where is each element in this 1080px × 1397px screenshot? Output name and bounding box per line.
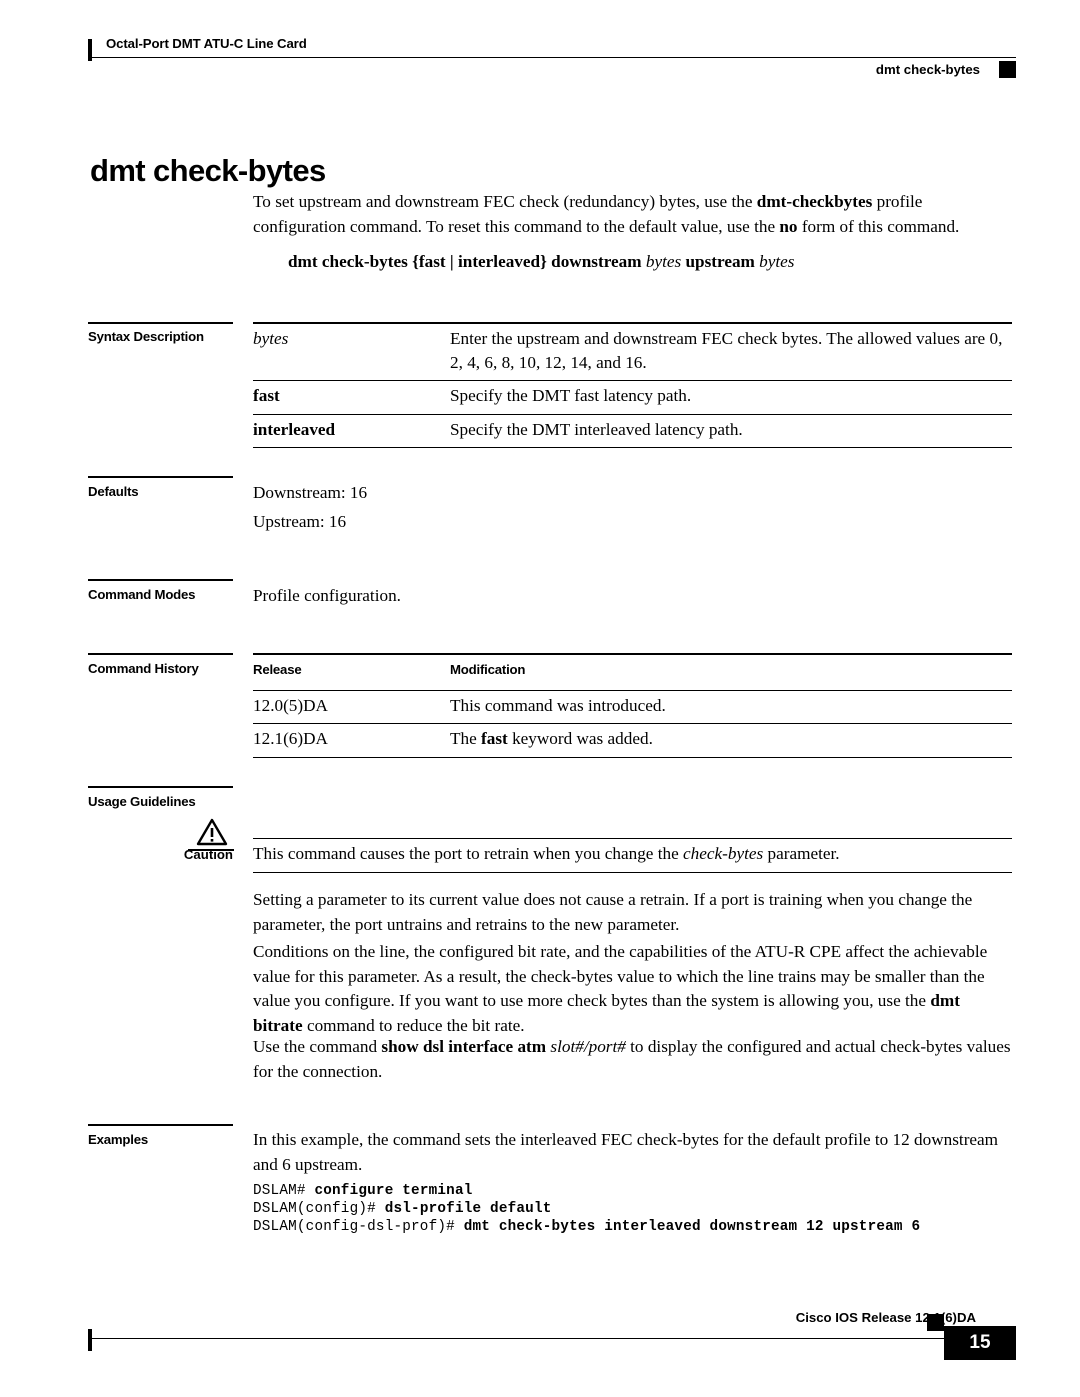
- syntax-term-interleaved: interleaved: [253, 419, 336, 439]
- syntax-bytes-2: bytes: [759, 252, 795, 271]
- command-history-label-rule: [88, 653, 233, 655]
- syntax-term-cell: bytes: [253, 322, 450, 381]
- section-label-command-history: Command History: [88, 661, 199, 676]
- column-header-modification: Modification: [450, 653, 1012, 690]
- usage-guidelines-label-rule: [88, 786, 233, 788]
- intro-text-e: form of this command.: [797, 216, 960, 236]
- syntax-description-table: bytes Enter the upstream and downstream …: [253, 322, 1012, 448]
- syntax-desc-cell: Specify the DMT interleaved latency path…: [450, 413, 1012, 448]
- code-command: configure terminal: [314, 1183, 473, 1199]
- intro-no-keyword: no: [779, 216, 798, 236]
- footer-left-tick: [88, 1329, 92, 1351]
- code-line: DSLAM# configure terminal: [253, 1182, 473, 1201]
- caution-rule-bottom: [253, 872, 1012, 873]
- syntax-a: dmt check-bytes {fast | interleaved} dow…: [288, 252, 646, 271]
- code-command: dsl-profile default: [384, 1201, 552, 1217]
- caution-rule-top: [253, 838, 1012, 839]
- syntax-c: upstream: [681, 252, 760, 271]
- syntax-desc-cell: Enter the upstream and downstream FEC ch…: [450, 322, 1012, 381]
- running-header: Octal-Port DMT ATU-C Line Card dmt check…: [88, 36, 1016, 84]
- code-command: dmt check-bytes interleaved downstream 1…: [463, 1219, 921, 1235]
- release-cell: 12.0(5)DA: [253, 689, 450, 724]
- command-syntax-line: dmt check-bytes {fast | interleaved} dow…: [288, 252, 795, 272]
- usage-p2-text-c: command to reduce the bit rate.: [302, 1015, 525, 1035]
- usage-p2-text-a: Conditions on the line, the configured b…: [253, 942, 988, 1011]
- modification-text-a: The: [450, 729, 482, 748]
- release-cell: 12.1(6)DA: [253, 723, 450, 758]
- modification-text-c: keyword was added.: [507, 729, 653, 748]
- table-row: 12.0(5)DA This command was introduced.: [253, 689, 1012, 724]
- section-label-command-modes: Command Modes: [88, 587, 196, 602]
- intro-command-name: dmt-checkbytes: [756, 192, 873, 211]
- usage-p3-arg: slot#/port#: [550, 1037, 626, 1056]
- usage-p3-text-a: Use the command: [253, 1037, 382, 1056]
- section-label-examples: Examples: [88, 1132, 148, 1147]
- caution-text-c: parameter.: [763, 844, 840, 863]
- syntax-bytes-1: bytes: [645, 252, 682, 271]
- syntax-desc-cell: Specify the DMT fast latency path.: [450, 380, 1012, 414]
- footer-release-text: Cisco IOS Release 12.1(6)DA: [795, 1310, 976, 1325]
- intro-text-a: To set upstream and downstream FEC check…: [253, 192, 757, 211]
- caution-triangle-icon: [196, 818, 228, 846]
- caution-param-name: check-bytes: [683, 844, 764, 863]
- section-label-syntax-description: Syntax Description: [88, 329, 204, 344]
- header-right-text: dmt check-bytes: [875, 62, 980, 77]
- syntax-term-bytes: bytes: [253, 329, 289, 348]
- table-row: interleaved Specify the DMT interleaved …: [253, 413, 1012, 448]
- table-row: bytes Enter the upstream and downstream …: [253, 322, 1012, 381]
- footer-rule: [88, 1338, 1016, 1339]
- syntax-term-cell: fast: [253, 380, 450, 414]
- code-prompt: DSLAM#: [253, 1183, 315, 1199]
- usage-paragraph-3: Use the command show dsl interface atm s…: [253, 1035, 1013, 1084]
- command-history-table: Release Modification 12.0(5)DA This comm…: [253, 653, 1012, 758]
- usage-p3-command: show dsl interface atm: [381, 1037, 547, 1056]
- page-title: dmt check-bytes: [90, 152, 326, 188]
- code-line: DSLAM(config)# dsl-profile default: [253, 1200, 552, 1219]
- syntax-term-fast: fast: [253, 386, 280, 405]
- usage-paragraph-1: Setting a parameter to its current value…: [253, 890, 973, 934]
- defaults-upstream: Upstream: 16: [253, 512, 347, 531]
- caution-text: This command causes the port to retrain …: [253, 842, 1013, 867]
- header-left-text: Octal-Port DMT ATU-C Line Card: [106, 36, 307, 51]
- code-prompt: DSLAM(config-dsl-prof)#: [253, 1219, 464, 1235]
- modification-cell: This command was introduced.: [450, 689, 1012, 724]
- footer-square-marker: [927, 1314, 944, 1331]
- section-label-defaults: Defaults: [88, 484, 139, 499]
- code-prompt: DSLAM(config)#: [253, 1201, 385, 1217]
- syntax-term-cell: interleaved: [253, 413, 450, 448]
- modification-text-a: This command was introduced.: [450, 695, 666, 715]
- table-row: 12.1(6)DA The fast keyword was added.: [253, 723, 1012, 758]
- page-number: 15: [944, 1326, 1016, 1360]
- command-modes-label-rule: [88, 579, 233, 581]
- header-rule: [88, 57, 1016, 58]
- caution-text-a: This command causes the port to retrain …: [253, 844, 684, 863]
- code-line: DSLAM(config-dsl-prof)# dmt check-bytes …: [253, 1218, 920, 1237]
- examples-label-rule: [88, 1124, 233, 1126]
- table-header-row: Release Modification: [253, 653, 1012, 690]
- section-label-usage-guidelines: Usage Guidelines: [88, 794, 196, 809]
- document-page: Octal-Port DMT ATU-C Line Card dmt check…: [0, 0, 1080, 1397]
- header-square-marker: [999, 61, 1016, 78]
- command-modes-text: Profile configuration.: [253, 586, 401, 605]
- intro-paragraph: To set upstream and downstream FEC check…: [253, 190, 1013, 239]
- examples-intro: In this example, the command sets the in…: [253, 1130, 999, 1174]
- modification-keyword: fast: [481, 729, 508, 748]
- syntax-description-label-rule: [88, 322, 233, 324]
- defaults-label-rule: [88, 476, 233, 478]
- defaults-downstream: Downstream: 16: [253, 483, 368, 502]
- modification-cell: The fast keyword was added.: [450, 723, 1012, 758]
- caution-label: Caution: [183, 847, 233, 862]
- table-row: fast Specify the DMT fast latency path.: [253, 380, 1012, 414]
- column-header-release: Release: [253, 653, 450, 690]
- usage-paragraph-2: Conditions on the line, the configured b…: [253, 940, 1013, 1038]
